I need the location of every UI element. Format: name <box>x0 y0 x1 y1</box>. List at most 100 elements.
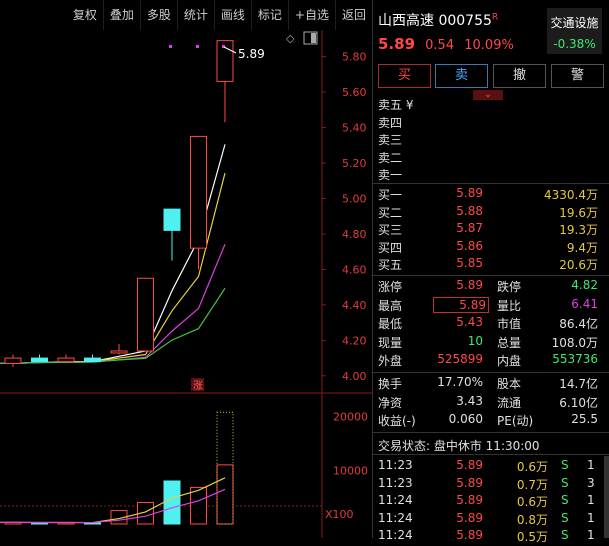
stat-value: 5.89 <box>433 296 489 313</box>
ask-label: 卖五 ¥ <box>378 98 414 112</box>
tick-price: 5.89 <box>456 475 483 490</box>
candle-body <box>190 135 207 249</box>
bid-label: 买二 <box>378 205 403 220</box>
fund-value: 0.060 <box>448 412 483 426</box>
tick-time: 11:23 <box>378 475 413 490</box>
bid-row: 买五 5.85 20.6万 <box>373 256 609 274</box>
kline-chart[interactable]: ◇ 5.80 5.60 5.40 5.20 5.00 4.80 4.60 4.40 4.20 4.… <box>0 30 372 538</box>
tick-side: S <box>561 510 569 525</box>
bid-row: 买一 5.89 4330.4万 <box>373 186 609 204</box>
stat-row: 最低 5.43 市值 86.4亿 <box>373 315 609 333</box>
toolbar-back[interactable]: 返回 <box>334 0 372 30</box>
ask-label: 卖二 <box>378 150 403 165</box>
tick-row: 11:23 5.89 0.7万 S 3 <box>373 476 609 494</box>
cancel-button[interactable]: 撤 <box>493 64 546 88</box>
tick-time: 11:23 <box>378 458 413 472</box>
tick-volume: 0.7万 <box>516 477 548 492</box>
tick-row: 11:24 5.89 0.5万 S 1 <box>373 528 609 546</box>
candle-body <box>31 357 48 363</box>
stat-row: 外盘 525899 内盘 553736 <box>373 352 609 370</box>
ticks-divider <box>373 454 609 455</box>
stat-value: 108.0万 <box>551 335 598 350</box>
bid-volume: 19.6万 <box>559 205 598 220</box>
signal-dot <box>169 45 172 48</box>
stock-name: 山西高速 <box>378 13 434 29</box>
bid-row: 买四 5.86 9.4万 <box>373 239 609 257</box>
tick-side: S <box>561 493 569 507</box>
order-book-divider <box>373 183 609 184</box>
price-change: 0.54 <box>425 38 455 53</box>
toolbar-draw[interactable]: 画线 <box>213 0 251 30</box>
sector-pct: -0.38% <box>553 37 596 51</box>
stat-value: 4.82 <box>571 278 598 292</box>
buy-button[interactable]: 买 <box>378 64 431 88</box>
bid-row: 买二 5.88 19.6万 <box>373 204 609 222</box>
diamond-icon[interactable]: ◇ <box>286 32 295 45</box>
stat-label: 量比 <box>497 298 522 313</box>
stat-value: 86.4亿 <box>559 317 598 331</box>
tick-price: 5.89 <box>456 458 483 472</box>
stats-divider <box>373 275 609 276</box>
toolbar-stats[interactable]: 统计 <box>176 0 214 30</box>
tick-count: 1 <box>587 528 595 542</box>
bid-label: 买三 <box>378 223 403 237</box>
bid-label: 买一 <box>378 188 403 202</box>
bid-label: 买五 <box>378 258 403 272</box>
price-tick-label: 5.60 <box>342 86 367 99</box>
stat-label: 最低 <box>378 317 403 331</box>
current-price: 5.89 <box>378 35 416 53</box>
stat-row: 涨停 5.89 跌停 4.82 <box>373 278 609 296</box>
toolbar-add-watchlist[interactable]: +自选 <box>287 0 335 30</box>
fund-value: 14.7亿 <box>559 377 598 391</box>
stat-label: 涨停 <box>378 280 403 294</box>
ask-row: 卖四 <box>373 114 609 132</box>
toolbar-mark[interactable]: 标记 <box>250 0 288 30</box>
chart-grid <box>0 30 372 538</box>
candle-body <box>110 350 128 354</box>
tick-side: S <box>561 458 569 472</box>
tick-row: 11:23 5.89 0.6万 S 1 <box>373 458 609 476</box>
stock-code: 000755 <box>438 13 492 29</box>
sell-button[interactable]: 卖 <box>435 64 488 88</box>
stat-label: 最高 <box>378 298 403 313</box>
candle-body <box>57 357 75 363</box>
panel-toggle-fill <box>311 33 316 43</box>
sector-box[interactable]: 交通设施 -0.38% <box>547 8 602 54</box>
toolbar-fuquan[interactable]: 复权 <box>67 0 103 30</box>
toolbar-multi-stock[interactable]: 多股 <box>139 0 177 30</box>
stat-value: 553736 <box>552 352 598 366</box>
alert-button[interactable]: 警 <box>551 64 604 88</box>
stat-row: 现量 10 总量 108.0万 <box>373 334 609 352</box>
fund-value: 17.70% <box>437 375 483 389</box>
quote-panel: 山西高速 000755R 5.89 0.54 10.09% 交通设施 -0.38… <box>372 0 609 544</box>
price-tick-label: 5.40 <box>342 122 367 135</box>
toolbar-overlay[interactable]: 叠加 <box>102 0 140 30</box>
ticks-scrollbar[interactable] <box>604 456 609 538</box>
chart-controls: ◇ <box>286 31 318 45</box>
fund-row: 净资 3.43 流通 6.10亿 <box>373 394 609 412</box>
fund-value: 6.10亿 <box>559 395 598 410</box>
price-tick-label: 4.80 <box>342 228 367 241</box>
volume-tick-label: 20000 <box>333 411 368 424</box>
candle-body <box>84 357 101 363</box>
stat-value: 5.89 <box>456 278 483 292</box>
candle-body <box>163 208 181 231</box>
price-tick-label: 5.00 <box>342 192 367 205</box>
price-change-pct: 10.09% <box>464 38 514 53</box>
tick-side: S <box>561 528 569 542</box>
bid-volume: 19.3万 <box>559 223 598 237</box>
volume-unit-label: X100 <box>325 508 354 521</box>
moving-average-line <box>0 243 226 364</box>
tick-count: 1 <box>587 458 595 472</box>
fund-value: 3.43 <box>456 393 483 408</box>
tick-volume: 0.8万 <box>516 512 548 527</box>
bid-price: 5.87 <box>456 221 483 235</box>
volume-tick-label: 10000 <box>333 464 368 477</box>
stat-value: 5.43 <box>456 315 483 329</box>
trade-status: 交易状态: 盘中休市 11:30:00 <box>378 439 540 453</box>
toolbar: 复权 叠加 多股 统计 画线 标记 +自选 返回 <box>0 0 372 30</box>
tick-price: 5.89 <box>456 493 483 507</box>
tick-count: 1 <box>587 493 595 507</box>
tick-price: 5.89 <box>456 528 483 542</box>
volume-bar <box>163 480 181 525</box>
